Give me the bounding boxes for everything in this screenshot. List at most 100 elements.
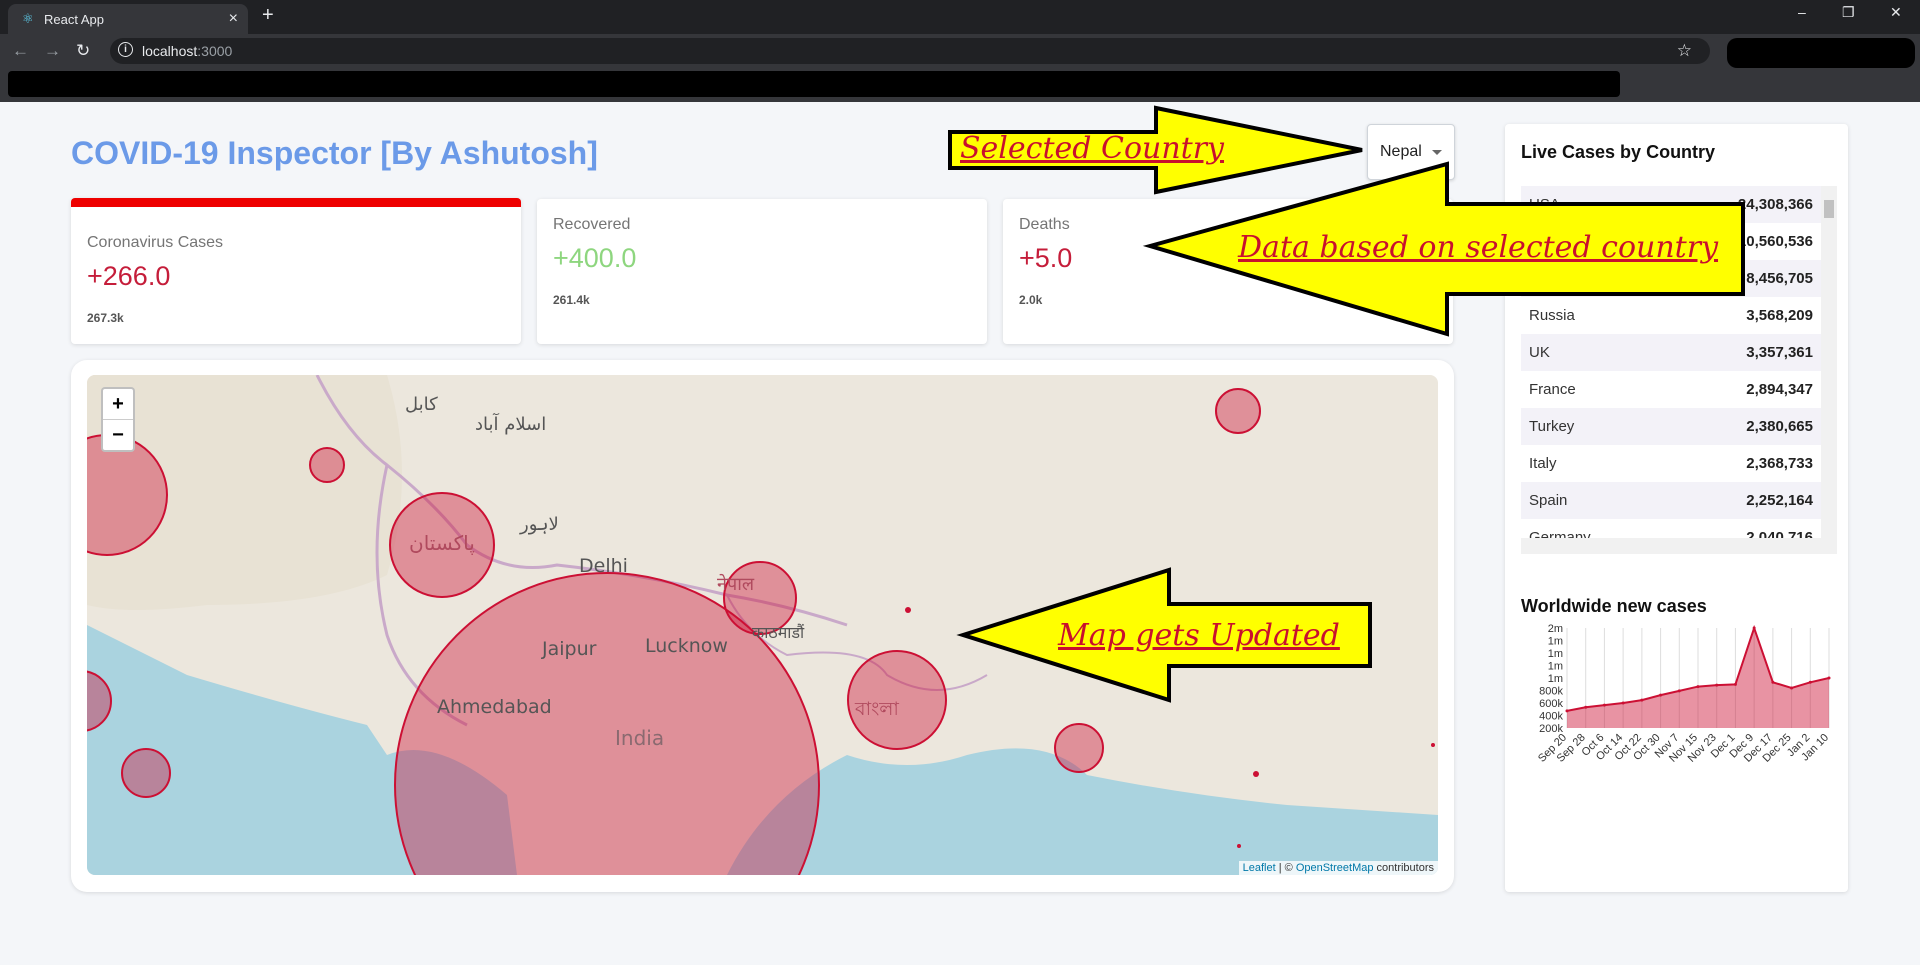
browser-toolbar: ← → ↻ i localhost:3000 ☆: [0, 34, 1920, 68]
forward-icon[interactable]: →: [44, 41, 61, 61]
data-point: [1790, 686, 1794, 690]
url-port: :3000: [197, 43, 233, 59]
country-cases: 24,308,366: [1737, 196, 1813, 213]
maximize-icon[interactable]: ❐: [1842, 4, 1855, 21]
case-circle[interactable]: [1054, 723, 1104, 773]
card-cases[interactable]: Coronavirus Cases +266.0 267.3k: [71, 198, 521, 344]
zoom-out-button[interactable]: −: [103, 420, 133, 450]
map-label-delhi: Delhi: [579, 555, 628, 577]
leaflet-link[interactable]: Leaflet: [1243, 862, 1276, 874]
zoom-control: + −: [101, 387, 135, 452]
country-name: Turkey: [1529, 418, 1575, 435]
data-point: [1621, 701, 1625, 705]
map-label-ahmedabad: Ahmedabad: [437, 696, 552, 718]
map-label-lahore: لاہور: [519, 514, 559, 535]
map-label-islamabad: اسلام آباد: [475, 412, 546, 435]
close-tab-icon[interactable]: ×: [229, 10, 238, 28]
card-cases-total: 267.3k: [87, 311, 124, 325]
reload-icon[interactable]: ↻: [76, 41, 90, 61]
y-tick-label: 1m: [1548, 636, 1563, 648]
country-cases: 2,368,733: [1746, 455, 1813, 472]
address-bar[interactable]: i localhost:3000 ☆: [110, 38, 1710, 64]
osm-link[interactable]: OpenStreetMap: [1296, 862, 1374, 874]
react-icon: ⚛: [22, 11, 34, 26]
country-cases: 10,560,536: [1737, 233, 1813, 250]
case-circle[interactable]: [121, 748, 171, 798]
map-label-bangla: বাংলা: [854, 698, 899, 720]
map-label-kathmandu: काठमाडौं: [752, 623, 805, 642]
card-recovered[interactable]: Recovered +400.0 261.4k: [537, 199, 987, 344]
y-tick-label: 2m: [1548, 623, 1563, 635]
table-vertical-scrollbar[interactable]: [1821, 186, 1837, 554]
country-table[interactable]: USA 24,308,366 India 10,560,536 Brazil 8,45…: [1521, 186, 1837, 554]
map[interactable]: کابل اسلام آباد لاہور پاکستان Delhi Jaip…: [87, 375, 1438, 875]
case-circle[interactable]: [309, 447, 345, 483]
y-tick-label: 400k: [1539, 711, 1563, 723]
data-point: [1752, 626, 1756, 630]
bookmark-star-icon[interactable]: ☆: [1677, 41, 1692, 61]
card-deaths-delta: +5.0: [1019, 243, 1073, 273]
data-point: [1584, 705, 1588, 709]
case-dot[interactable]: [1431, 743, 1435, 747]
data-point: [1602, 703, 1606, 707]
attribution-tail: contributors: [1373, 862, 1434, 874]
table-row: Turkey 2,380,665: [1521, 408, 1821, 445]
browser-tab[interactable]: ⚛ React App ×: [8, 4, 248, 34]
country-select-value: Nepal: [1380, 143, 1422, 160]
map-label-india: India: [615, 726, 664, 750]
data-point: [1565, 709, 1569, 713]
site-info-icon[interactable]: i: [118, 42, 133, 57]
data-point: [1771, 680, 1775, 684]
new-tab-button[interactable]: +: [262, 4, 274, 27]
data-point: [1659, 693, 1663, 697]
y-tick-label: 600k: [1539, 698, 1563, 710]
y-tick-label: 1m: [1548, 661, 1563, 673]
table-row: India 10,560,536: [1521, 223, 1821, 260]
country-name: France: [1529, 381, 1576, 398]
close-window-icon[interactable]: ✕: [1890, 4, 1902, 21]
y-tick-label: 1m: [1548, 648, 1563, 660]
back-icon[interactable]: ←: [12, 41, 29, 61]
case-circle[interactable]: [1215, 388, 1261, 434]
y-tick-label: 800k: [1539, 686, 1563, 698]
card-recovered-total: 261.4k: [553, 293, 590, 307]
country-name: UK: [1529, 344, 1550, 361]
arrow-selected-country: [948, 105, 1363, 195]
data-point: [1733, 682, 1737, 686]
minimize-icon[interactable]: –: [1798, 4, 1806, 20]
data-point: [1696, 685, 1700, 689]
redacted-bookmarks: [8, 71, 1620, 97]
country-name: India: [1529, 233, 1562, 250]
data-point: [1640, 698, 1644, 702]
card-deaths[interactable]: Deaths +5.0 2.0k: [1003, 199, 1453, 344]
map-label-lucknow: Lucknow: [645, 635, 728, 657]
data-point: [1715, 683, 1719, 687]
table-row: Italy 2,368,733: [1521, 445, 1821, 482]
card-cases-label: Coronavirus Cases: [87, 234, 224, 251]
zoom-in-button[interactable]: +: [103, 389, 133, 420]
data-point: [1827, 676, 1831, 680]
table-horizontal-scrollbar[interactable]: [1521, 538, 1821, 554]
data-point: [1677, 689, 1681, 693]
live-cases-title: Live Cases by Country: [1521, 142, 1716, 162]
case-dot[interactable]: [1253, 771, 1259, 777]
data-point: [1808, 680, 1812, 684]
page-title: COVID-19 Inspector [By Ashutosh]: [71, 135, 598, 171]
country-cases: 2,894,347: [1746, 381, 1813, 398]
country-cases: 3,568,209: [1746, 307, 1813, 324]
country-cases: 8,456,705: [1746, 270, 1813, 287]
card-recovered-label: Recovered: [553, 216, 631, 233]
table-row: Russia 3,568,209: [1521, 297, 1821, 334]
y-tick-label: 1m: [1548, 673, 1563, 685]
card-recovered-delta: +400.0: [553, 243, 637, 273]
url-host: localhost: [142, 43, 198, 59]
table-row: USA 24,308,366: [1521, 186, 1821, 223]
scrollbar-thumb[interactable]: [1824, 200, 1834, 218]
attribution-separator: | ©: [1275, 862, 1296, 874]
case-dot[interactable]: [1237, 844, 1241, 848]
caret-down-icon: [1432, 150, 1442, 155]
case-dot[interactable]: [905, 607, 911, 613]
map-label-pakistan: پاکستان: [409, 531, 475, 556]
table-row: France 2,894,347: [1521, 371, 1821, 408]
country-select[interactable]: Nepal: [1367, 124, 1455, 180]
